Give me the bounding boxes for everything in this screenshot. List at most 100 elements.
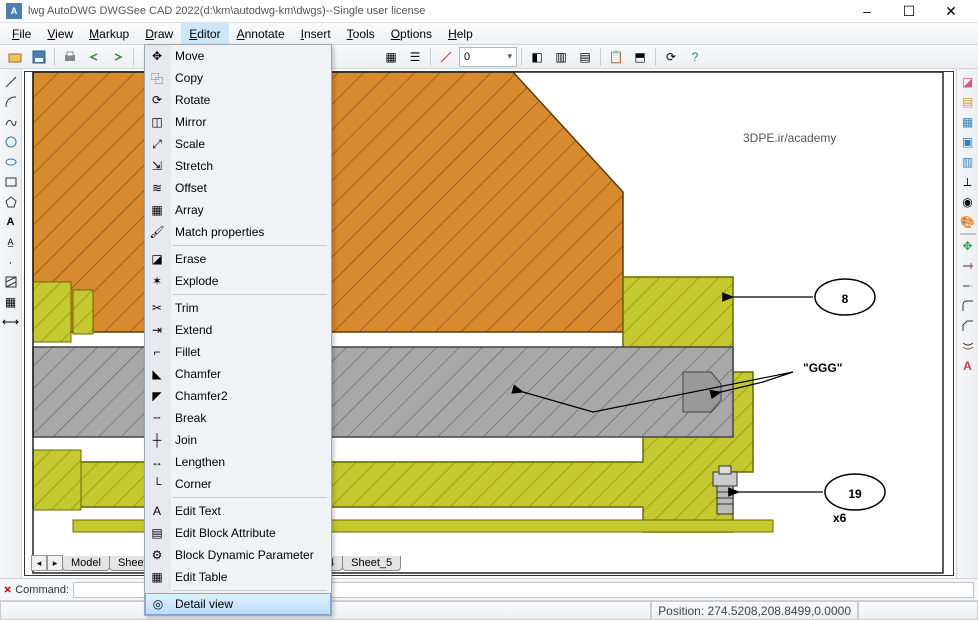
menu-view[interactable]: View xyxy=(39,23,81,44)
calc-tool[interactable]: ▥ xyxy=(959,153,977,171)
menuitem-label: Chamfer2 xyxy=(175,389,228,403)
print-button[interactable] xyxy=(59,47,81,67)
open-button[interactable] xyxy=(4,47,26,67)
menu-editor[interactable]: Editor xyxy=(181,23,228,44)
rect-tool[interactable] xyxy=(2,173,20,191)
eraser-tool[interactable]: ◪ xyxy=(959,73,977,91)
menuitem-mirror[interactable]: ◫Mirror xyxy=(145,111,331,133)
menuitem-chamfer[interactable]: ◣Chamfer xyxy=(145,363,331,385)
menubar: FileViewMarkupDrawEditorAnnotateInsertTo… xyxy=(0,23,978,45)
lineweight-select[interactable]: 0 xyxy=(459,47,517,67)
menuitem-lengthen[interactable]: ↔Lengthen xyxy=(145,451,331,473)
menuitem-move[interactable]: ✥Move xyxy=(145,45,331,67)
watermark: 3DPE.ir/academy xyxy=(743,131,836,145)
command-close-icon[interactable]: ✕ xyxy=(4,582,11,597)
menuitem-join[interactable]: ┼Join xyxy=(145,429,331,451)
edit-text-icon: A xyxy=(149,503,165,519)
menuitem-break[interactable]: ╌Break xyxy=(145,407,331,429)
menuitem-corner[interactable]: └Corner xyxy=(145,473,331,495)
props-tool[interactable]: ▦ xyxy=(959,113,977,131)
line-tool[interactable] xyxy=(2,73,20,91)
tab-nav-right[interactable]: ▸ xyxy=(47,555,63,571)
refresh-button[interactable]: ⟳ xyxy=(660,47,682,67)
scale-icon: ⤢ xyxy=(149,136,165,152)
menuitem-offset[interactable]: ≋Offset xyxy=(145,177,331,199)
menu-draw[interactable]: Draw xyxy=(137,23,181,44)
menuitem-label: Trim xyxy=(175,301,199,315)
mtext-tool[interactable]: A̲ xyxy=(2,233,20,251)
hatch-tool[interactable] xyxy=(2,273,20,291)
rtext-tool[interactable]: A xyxy=(959,357,977,375)
menuitem-chamfer2[interactable]: ◤Chamfer2 xyxy=(145,385,331,407)
menuitem-block-dynamic-parameter[interactable]: ⚙Block Dynamic Parameter xyxy=(145,544,331,566)
extend-icon: ⇥ xyxy=(149,322,165,338)
menuitem-stretch[interactable]: ⇲Stretch xyxy=(145,155,331,177)
menuitem-edit-block-attribute[interactable]: ▤Edit Block Attribute xyxy=(145,522,331,544)
snap-tool[interactable]: ◉ xyxy=(959,193,977,211)
menu-file[interactable]: File xyxy=(4,23,39,44)
toolbar-btn-b[interactable]: ☰ xyxy=(404,47,426,67)
menuitem-detail-view[interactable]: ◎Detail view xyxy=(145,593,331,615)
menu-annotate[interactable]: Annotate xyxy=(229,23,293,44)
close-button[interactable]: ✕ xyxy=(930,0,972,23)
tab-nav-left[interactable]: ◂ xyxy=(31,555,47,571)
block-tool[interactable]: ▦ xyxy=(2,293,20,311)
extend-tool[interactable] xyxy=(959,277,977,295)
menuitem-label: Edit Table xyxy=(175,570,227,584)
text-tool[interactable]: A xyxy=(2,213,20,231)
menuitem-label: Detail view xyxy=(175,597,233,611)
toolbar-btn-g[interactable]: ⬒ xyxy=(629,47,651,67)
redo-button[interactable] xyxy=(107,47,129,67)
save-button[interactable] xyxy=(28,47,50,67)
layer-tool[interactable]: ▤ xyxy=(959,93,977,111)
menuitem-fillet[interactable]: ⌐Fillet xyxy=(145,341,331,363)
toolbar-btn-f[interactable]: 📋 xyxy=(605,47,627,67)
move-tool[interactable]: ✥ xyxy=(959,237,977,255)
toolbar-btn-a[interactable]: ▦ xyxy=(380,47,402,67)
ellipse-tool[interactable] xyxy=(2,153,20,171)
maximize-button[interactable]: ☐ xyxy=(888,0,930,23)
menuitem-array[interactable]: ▦Array xyxy=(145,199,331,221)
menu-tools[interactable]: Tools xyxy=(339,23,383,44)
sheet-tab-model[interactable]: Model xyxy=(62,556,110,571)
menuitem-extend[interactable]: ⇥Extend xyxy=(145,319,331,341)
sheet-tab-sheet_5[interactable]: Sheet_5 xyxy=(342,556,401,571)
menuitem-edit-table[interactable]: ▦Edit Table xyxy=(145,566,331,588)
circle-tool[interactable] xyxy=(2,133,20,151)
arc-tool[interactable] xyxy=(2,93,20,111)
toolbar-btn-d[interactable]: ▥ xyxy=(550,47,572,67)
trim-tool[interactable] xyxy=(959,257,977,275)
fillet-tool[interactable] xyxy=(959,297,977,315)
spline-tool[interactable] xyxy=(2,113,20,131)
minimize-button[interactable]: – xyxy=(846,0,888,23)
menuitem-edit-text[interactable]: AEdit Text xyxy=(145,500,331,522)
xref-tool[interactable]: ▣ xyxy=(959,133,977,151)
offset-tool[interactable] xyxy=(959,337,977,355)
menu-separator xyxy=(173,497,327,498)
menuitem-copy[interactable]: ⿻Copy xyxy=(145,67,331,89)
menuitem-erase[interactable]: ◪Erase xyxy=(145,248,331,270)
toolbar-btn-c[interactable]: ◧ xyxy=(526,47,548,67)
menuitem-explode[interactable]: ✶Explode xyxy=(145,270,331,292)
draft-mode-button[interactable] xyxy=(435,47,457,67)
menu-markup[interactable]: Markup xyxy=(81,23,137,44)
editor-menu: ✥Move⿻Copy⟳Rotate◫Mirror⤢Scale⇲Stretch≋O… xyxy=(144,44,332,616)
menu-insert[interactable]: Insert xyxy=(293,23,339,44)
undo-button[interactable] xyxy=(83,47,105,67)
point-tool[interactable]: · xyxy=(2,253,20,271)
help-button[interactable]: ? xyxy=(684,47,706,67)
menu-help[interactable]: Help xyxy=(440,23,481,44)
menu-options[interactable]: Options xyxy=(383,23,440,44)
menuitem-match-properties[interactable]: 🖌Match properties xyxy=(145,221,331,243)
measure-tool[interactable]: ⟂ xyxy=(959,173,977,191)
block-dynamic-parameter-icon: ⚙ xyxy=(149,547,165,563)
polygon-tool[interactable] xyxy=(2,193,20,211)
menuitem-trim[interactable]: ✂Trim xyxy=(145,297,331,319)
menuitem-rotate[interactable]: ⟳Rotate xyxy=(145,89,331,111)
palette-tool[interactable]: 🎨 xyxy=(959,213,977,231)
dim-tool[interactable]: ⟷ xyxy=(2,313,20,331)
status-position: Position: 274.5208,208.8499,0.0000 xyxy=(651,601,858,620)
chamfer-tool[interactable] xyxy=(959,317,977,335)
toolbar-btn-e[interactable]: ▤ xyxy=(574,47,596,67)
menuitem-scale[interactable]: ⤢Scale xyxy=(145,133,331,155)
